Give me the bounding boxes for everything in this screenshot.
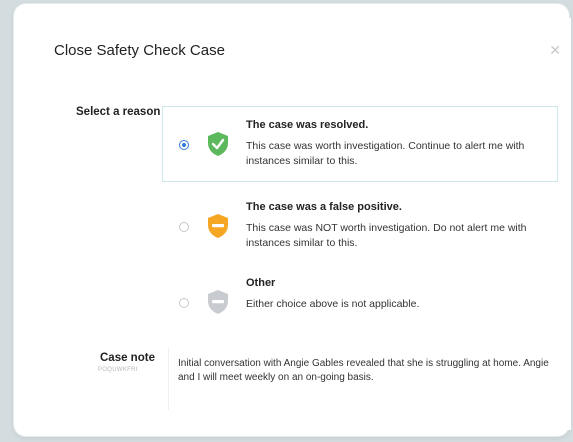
option-description: This case was worth investigation. Conti…: [246, 140, 525, 167]
case-note-text: Initial conversation with Angie Gables r…: [178, 358, 549, 383]
minus-shield-icon: [208, 290, 228, 314]
reason-option-false-positive[interactable]: The case was a false positive. This case…: [162, 188, 558, 264]
case-note-sublabel: POQUWKFRI: [98, 367, 138, 373]
radio-resolved[interactable]: [179, 140, 189, 150]
close-icon[interactable]: ✕: [549, 42, 561, 59]
option-title: Other: [246, 277, 276, 289]
radio-other[interactable]: [179, 298, 189, 308]
option-title: The case was a false positive.: [246, 201, 402, 213]
page-background: Close Safety Check Case ✕ Select a reaso…: [0, 0, 573, 442]
close-case-dialog: Close Safety Check Case ✕ Select a reaso…: [38, 18, 571, 430]
reason-option-other[interactable]: Other Either choice above is not applica…: [162, 264, 558, 340]
check-shield-icon: [208, 132, 228, 156]
reason-option-resolved[interactable]: The case was resolved. This case was wor…: [162, 106, 558, 182]
case-note-label: Case note: [100, 352, 155, 364]
minus-shield-icon: [208, 214, 228, 238]
option-description: Either choice above is not applicable.: [246, 298, 420, 310]
option-description: This case was NOT worth investigation. D…: [246, 222, 527, 249]
radio-false-positive[interactable]: [179, 222, 189, 232]
reason-label: Select a reason: [76, 106, 161, 118]
card-container: Close Safety Check Case ✕ Select a reaso…: [14, 4, 571, 436]
dialog-title: Close Safety Check Case: [54, 42, 225, 59]
option-title: The case was resolved.: [246, 119, 369, 131]
